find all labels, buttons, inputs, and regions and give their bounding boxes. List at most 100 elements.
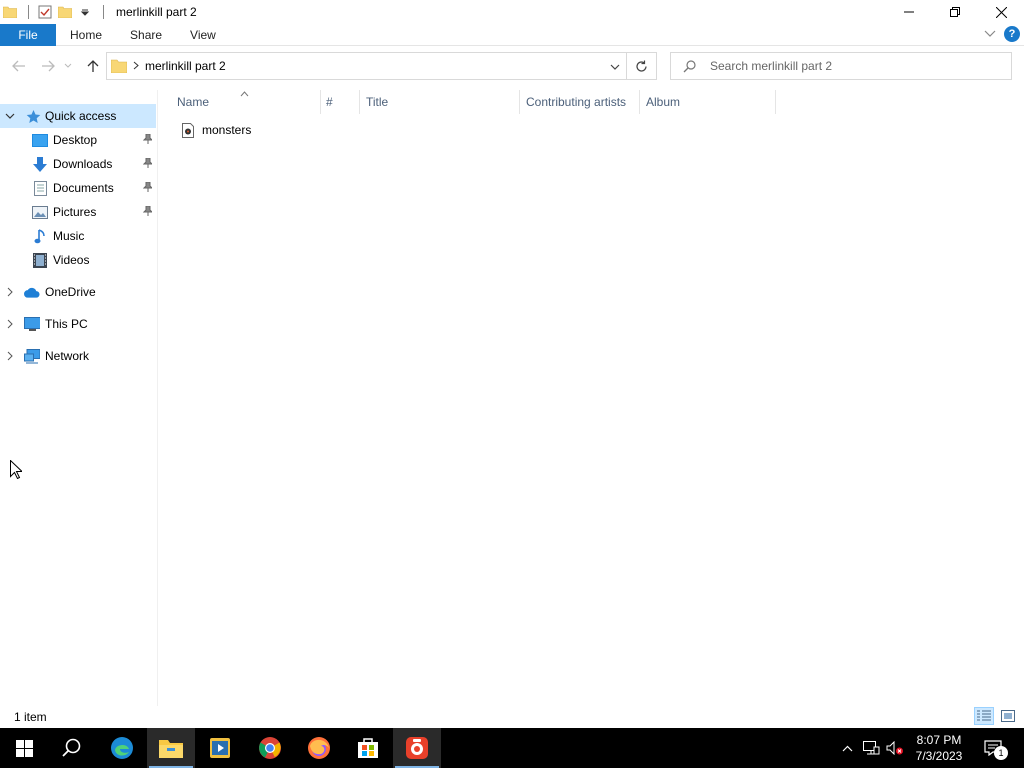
folder-icon[interactable]: [2, 4, 18, 20]
address-history-button[interactable]: [610, 60, 620, 74]
sidebar-item-documents[interactable]: Documents: [0, 176, 156, 200]
forward-arrow-icon: [42, 60, 55, 72]
network-status-icon: [862, 741, 879, 755]
column-divider[interactable]: [519, 90, 520, 114]
chrome-button[interactable]: [246, 728, 294, 768]
breadcrumb-separator-icon[interactable]: [133, 59, 139, 73]
recent-locations-button[interactable]: [62, 57, 74, 75]
search-icon: [683, 59, 696, 72]
edge-icon: [111, 737, 133, 759]
edge-browser-button[interactable]: [98, 728, 146, 768]
tab-file[interactable]: File: [0, 23, 56, 46]
video-film-icon: [32, 252, 48, 268]
expand-chevron-icon[interactable]: [4, 351, 16, 361]
chrome-icon: [259, 737, 281, 759]
recorder-app-icon: [406, 737, 428, 759]
desktop-icon: [32, 132, 48, 148]
up-arrow-icon: [87, 60, 99, 72]
column-header-name[interactable]: Name: [177, 90, 320, 114]
notification-count-badge: 1: [994, 746, 1008, 760]
media-player-button[interactable]: [196, 728, 244, 768]
sidebar-item-downloads[interactable]: Downloads: [0, 152, 156, 176]
tab-view[interactable]: View: [176, 24, 230, 46]
chevron-up-icon: [842, 745, 852, 751]
properties-icon[interactable]: [37, 4, 53, 20]
collapse-chevron-icon[interactable]: [4, 113, 16, 120]
volume-button[interactable]: [884, 728, 906, 768]
show-hidden-icons-button[interactable]: [838, 728, 856, 768]
restore-icon: [950, 7, 960, 17]
store-button[interactable]: [344, 728, 392, 768]
picture-icon: [32, 204, 48, 220]
sidebar-item-label: Documents: [53, 181, 114, 195]
sidebar-item-videos[interactable]: Videos: [0, 248, 156, 272]
screen-recorder-button[interactable]: [393, 728, 441, 768]
clock-time: 8:07 PM: [916, 733, 962, 747]
computer-icon: [24, 316, 40, 332]
close-button[interactable]: [978, 0, 1024, 24]
view-switcher: [974, 707, 1018, 725]
title-divider: [103, 5, 104, 19]
up-button[interactable]: [84, 57, 102, 75]
music-note-icon: [32, 228, 48, 244]
column-header-title[interactable]: Title: [366, 90, 519, 114]
file-explorer-icon: [159, 740, 183, 758]
sidebar-item-label: Pictures: [53, 205, 97, 219]
ribbon-tabs: File Home Share View ?: [0, 23, 1024, 46]
sidebar-item-desktop[interactable]: Desktop: [0, 128, 156, 152]
customize-toolbar-chevron-icon[interactable]: [77, 4, 93, 20]
item-count: 1 item: [14, 710, 47, 724]
sidebar-item-quick-access[interactable]: Quick access: [0, 104, 156, 128]
list-item[interactable]: monsters: [176, 119, 251, 141]
restore-button[interactable]: [932, 0, 978, 24]
chevron-down-icon: [610, 64, 620, 70]
sidebar-item-onedrive[interactable]: OneDrive: [0, 280, 156, 304]
forward-button[interactable]: [39, 57, 57, 75]
sidebar-item-music[interactable]: Music: [0, 224, 156, 248]
column-divider[interactable]: [359, 90, 360, 114]
column-divider[interactable]: [775, 90, 776, 114]
sidebar-item-label: Network: [45, 349, 90, 363]
start-button[interactable]: [0, 728, 48, 768]
column-header-number[interactable]: #: [326, 90, 359, 114]
minimize-icon: [904, 11, 914, 13]
status-bar: 1 item: [0, 706, 1024, 728]
expand-ribbon-icon[interactable]: [984, 27, 996, 41]
large-icons-view-icon: [1001, 710, 1015, 722]
network-status-button[interactable]: [860, 728, 882, 768]
search-input[interactable]: Search merlinkill part 2: [670, 52, 1012, 80]
system-clock[interactable]: 8:07 PM 7/3/2023: [910, 732, 968, 764]
mouse-cursor-icon: [10, 459, 24, 482]
expand-chevron-icon[interactable]: [4, 287, 16, 297]
sidebar-item-network[interactable]: Network: [0, 344, 156, 368]
firefox-button[interactable]: [295, 728, 343, 768]
column-header-album[interactable]: Album: [646, 90, 775, 114]
expand-chevron-icon[interactable]: [4, 319, 16, 329]
quick-access-toolbar: [0, 0, 112, 24]
column-header-contributing-artists[interactable]: Contributing artists: [526, 90, 639, 114]
file-explorer-button[interactable]: [147, 728, 195, 768]
large-icons-view-button[interactable]: [998, 707, 1018, 725]
chevron-down-icon: [64, 63, 72, 68]
help-icon[interactable]: ?: [1004, 26, 1020, 42]
back-arrow-icon: [12, 60, 25, 72]
breadcrumb[interactable]: merlinkill part 2: [145, 59, 226, 73]
back-button[interactable]: [10, 57, 28, 75]
refresh-icon: [636, 60, 647, 72]
sidebar-item-pictures[interactable]: Pictures: [0, 200, 156, 224]
refresh-button[interactable]: [626, 53, 656, 79]
sidebar-item-this-pc[interactable]: This PC: [0, 312, 156, 336]
column-divider[interactable]: [320, 90, 321, 114]
store-bag-icon: [358, 738, 378, 758]
tab-share[interactable]: Share: [116, 24, 176, 46]
document-icon: [32, 180, 48, 196]
details-view-button[interactable]: [974, 707, 994, 725]
minimize-button[interactable]: [886, 0, 932, 24]
new-folder-icon[interactable]: [57, 4, 73, 20]
clock-date: 7/3/2023: [915, 749, 963, 763]
search-button[interactable]: [48, 728, 96, 768]
tab-home[interactable]: Home: [56, 24, 116, 46]
sidebar-item-label: Music: [53, 229, 85, 243]
address-bar[interactable]: merlinkill part 2: [106, 52, 657, 80]
column-divider[interactable]: [639, 90, 640, 114]
